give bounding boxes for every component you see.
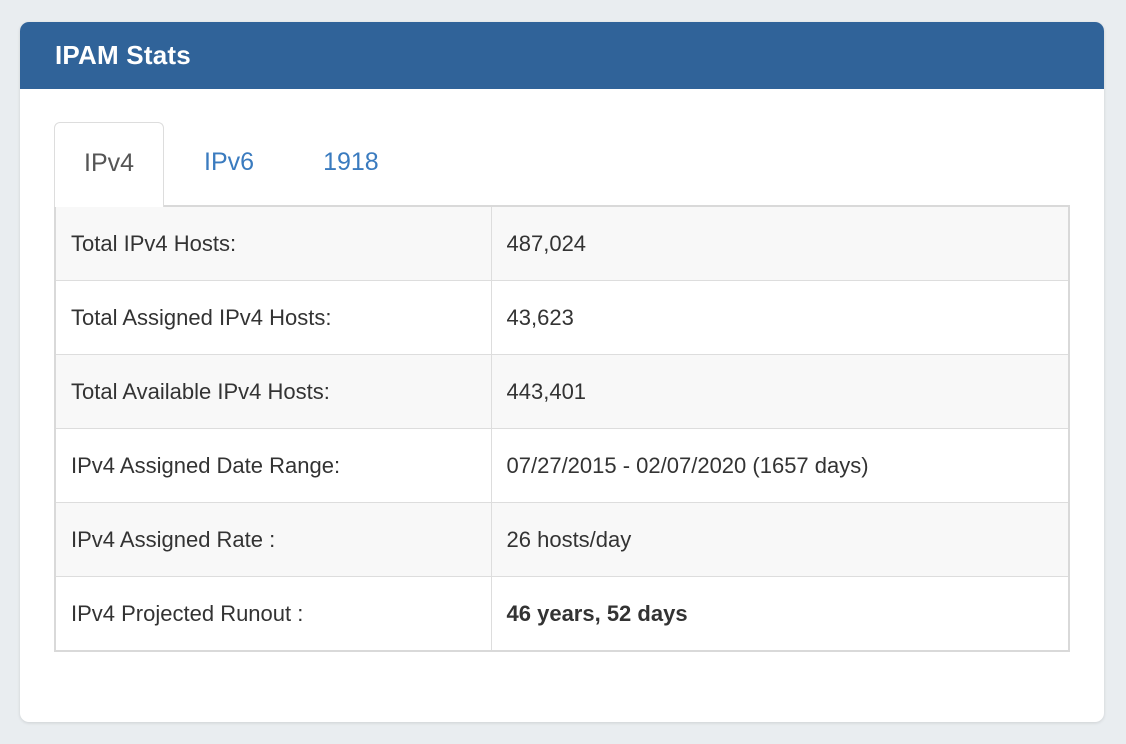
ipam-stats-panel: IPAM Stats IPv4 IPv6 1918 Total IPv4 Hos…: [20, 22, 1104, 722]
tab-ipv4[interactable]: IPv4: [54, 122, 164, 207]
stat-value: 26 hosts/day: [491, 503, 1069, 577]
stat-label: IPv4 Assigned Date Range:: [55, 429, 491, 503]
table-row: IPv4 Projected Runout : 46 years, 52 day…: [55, 577, 1069, 652]
tab-ipv6[interactable]: IPv6: [175, 122, 283, 203]
tab-bar: IPv4 IPv6 1918: [54, 122, 1070, 205]
table-row: Total Available IPv4 Hosts: 443,401: [55, 355, 1069, 429]
stat-label: IPv4 Assigned Rate :: [55, 503, 491, 577]
panel-title: IPAM Stats: [55, 40, 191, 71]
panel-heading: IPAM Stats: [20, 22, 1104, 89]
stat-label: IPv4 Projected Runout :: [55, 577, 491, 652]
table-row: Total Assigned IPv4 Hosts: 43,623: [55, 281, 1069, 355]
stat-value: 07/27/2015 - 02/07/2020 (1657 days): [491, 429, 1069, 503]
stat-label: Total Available IPv4 Hosts:: [55, 355, 491, 429]
tab-1918[interactable]: 1918: [294, 122, 408, 203]
stat-value: 443,401: [491, 355, 1069, 429]
ipv4-stats-table: Total IPv4 Hosts: 487,024 Total Assigned…: [54, 205, 1070, 652]
stat-label: Total IPv4 Hosts:: [55, 206, 491, 281]
table-row: Total IPv4 Hosts: 487,024: [55, 206, 1069, 281]
stat-value: 46 years, 52 days: [491, 577, 1069, 652]
table-row: IPv4 Assigned Rate : 26 hosts/day: [55, 503, 1069, 577]
stat-label: Total Assigned IPv4 Hosts:: [55, 281, 491, 355]
panel-body: IPv4 IPv6 1918 Total IPv4 Hosts: 487,024…: [20, 89, 1104, 652]
stat-value: 43,623: [491, 281, 1069, 355]
stat-value: 487,024: [491, 206, 1069, 281]
table-row: IPv4 Assigned Date Range: 07/27/2015 - 0…: [55, 429, 1069, 503]
